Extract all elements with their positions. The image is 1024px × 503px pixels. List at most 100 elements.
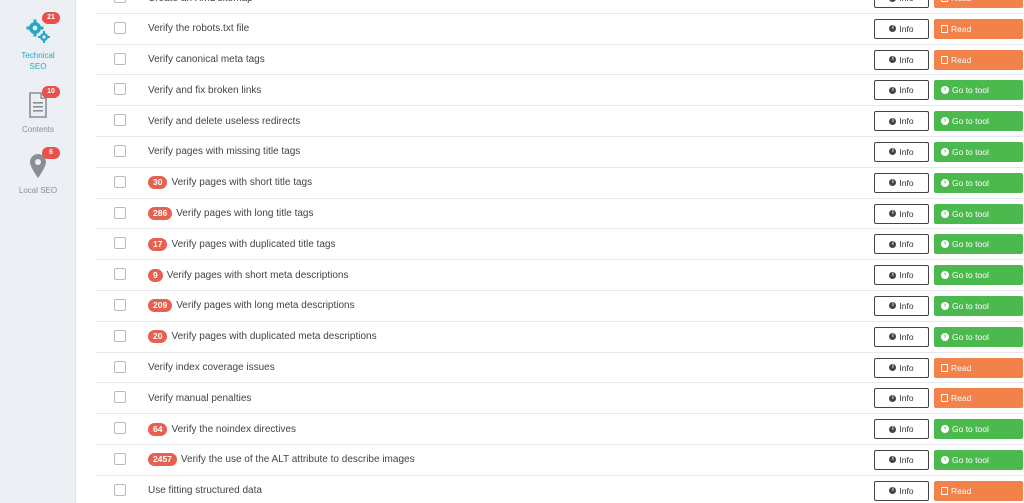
info-button[interactable]: i Info xyxy=(874,419,929,440)
task-label: Verify the use of the ALT attribute to d… xyxy=(180,454,415,466)
go-to-tool-button[interactable]: › Go to tool xyxy=(934,295,1023,316)
info-icon: i xyxy=(889,148,897,156)
info-button[interactable]: i Info xyxy=(874,265,929,286)
read-button[interactable]: Read xyxy=(934,357,1023,378)
info-button[interactable]: i Info xyxy=(874,172,929,193)
issue-count-badge: 64 xyxy=(148,422,168,436)
info-button[interactable]: i Info xyxy=(874,18,929,39)
go-to-tool-button[interactable]: › Go to tool xyxy=(934,265,1023,286)
task-checkbox[interactable] xyxy=(114,391,126,404)
book-icon xyxy=(941,486,948,495)
task-checkbox[interactable] xyxy=(114,0,126,3)
task-checkbox[interactable] xyxy=(114,52,126,65)
task-checkbox[interactable] xyxy=(114,144,126,157)
task-list: Create an XML sitemap i Info Read Verify… xyxy=(95,0,1024,503)
task-label: Verify manual penalties xyxy=(148,392,252,404)
sidebar-item-technical-seo[interactable]: 21 Technical SEO xyxy=(0,12,76,72)
go-to-tool-button[interactable]: › Go to tool xyxy=(934,172,1023,193)
info-button[interactable]: i Info xyxy=(874,357,929,378)
info-button[interactable]: i Info xyxy=(874,388,929,409)
info-button[interactable]: i Info xyxy=(874,480,929,501)
info-button[interactable]: i Info xyxy=(874,203,929,224)
info-button[interactable]: i Info xyxy=(874,0,929,8)
sidebar-item-contents[interactable]: 10 Contents xyxy=(0,86,76,135)
task-checkbox[interactable] xyxy=(114,360,126,373)
table-row: 17 Verify pages with duplicated title ta… xyxy=(95,229,1024,261)
task-checkbox[interactable] xyxy=(114,83,126,96)
go-to-tool-button[interactable]: › Go to tool xyxy=(934,111,1023,132)
info-button-label: Info xyxy=(899,208,914,219)
read-label: Read xyxy=(951,362,972,373)
task-checkbox[interactable] xyxy=(114,268,126,281)
table-row: 9 Verify pages with short meta descripti… xyxy=(95,260,1024,291)
task-checkbox[interactable] xyxy=(114,237,126,250)
go-to-tool-button[interactable]: › Go to tool xyxy=(934,419,1023,440)
info-button[interactable]: i Info xyxy=(874,295,929,316)
go-to-tool-button[interactable]: › Go to tool xyxy=(934,80,1023,101)
info-icon: i xyxy=(889,302,897,310)
task-checkbox[interactable] xyxy=(114,422,126,435)
go-to-tool-button[interactable]: › Go to tool xyxy=(934,141,1023,162)
document-icon: 10 xyxy=(24,86,60,118)
task-text: Verify manual penalties xyxy=(148,383,251,413)
task-checkbox[interactable] xyxy=(114,175,126,188)
info-button[interactable]: i Info xyxy=(874,449,929,470)
info-button[interactable]: i Info xyxy=(874,49,929,70)
read-button[interactable]: Read xyxy=(934,480,1023,501)
task-label: Verify pages with duplicated meta descri… xyxy=(171,331,377,343)
task-label: Use fitting structured data xyxy=(148,485,262,497)
info-button[interactable]: i Info xyxy=(874,326,929,347)
gears-icon: 21 xyxy=(24,12,60,44)
task-checkbox[interactable] xyxy=(114,114,126,127)
info-button[interactable]: i Info xyxy=(874,234,929,255)
table-row: Verify index coverage issues i Info Read xyxy=(95,353,1024,384)
info-icon: i xyxy=(889,456,897,464)
task-checkbox[interactable] xyxy=(114,483,126,496)
task-checkbox[interactable] xyxy=(114,206,126,219)
read-button[interactable]: Read xyxy=(934,388,1023,409)
go-to-tool-button[interactable]: › Go to tool xyxy=(934,326,1023,347)
task-label: Verify the robots.txt file xyxy=(148,23,250,35)
info-button[interactable]: i Info xyxy=(874,111,929,132)
task-label: Verify and delete useless redirects xyxy=(148,115,301,127)
sidebar-item-local-seo[interactable]: 6 Local SEO xyxy=(0,147,76,196)
read-button[interactable]: Read xyxy=(934,49,1023,70)
task-checkbox[interactable] xyxy=(114,452,126,465)
read-label: Read xyxy=(951,54,972,65)
issue-count-badge: 286 xyxy=(148,207,173,221)
table-row: Use fitting structured data i Info Read xyxy=(95,476,1024,503)
issue-count-badge: 209 xyxy=(148,299,173,313)
task-checkbox[interactable] xyxy=(114,21,126,34)
info-button-label: Info xyxy=(899,362,914,373)
go-to-tool-label: Go to tool xyxy=(952,239,989,250)
technical-seo-badge: 21 xyxy=(42,12,60,24)
go-to-tool-button[interactable]: › Go to tool xyxy=(934,203,1023,224)
arrow-circle-icon: › xyxy=(941,271,949,280)
read-label: Read xyxy=(951,485,972,496)
go-to-tool-button[interactable]: › Go to tool xyxy=(934,234,1023,255)
task-checkbox[interactable] xyxy=(114,329,126,342)
sidebar-item-label: Technical SEO xyxy=(21,51,55,71)
info-button-label: Info xyxy=(899,331,914,342)
go-to-tool-button[interactable]: › Go to tool xyxy=(934,449,1023,470)
task-label: Verify pages with duplicated title tags xyxy=(171,238,336,250)
arrow-circle-icon: › xyxy=(941,117,949,126)
read-button[interactable]: Read xyxy=(934,0,1023,8)
info-icon: i xyxy=(889,487,897,495)
info-icon: i xyxy=(889,210,897,218)
read-button[interactable]: Read xyxy=(934,18,1023,39)
table-row: Verify pages with missing title tags i I… xyxy=(95,137,1024,168)
table-row: Verify manual penalties i Info Read xyxy=(95,383,1024,415)
info-button[interactable]: i Info xyxy=(874,141,929,162)
go-to-tool-label: Go to tool xyxy=(952,146,989,157)
info-icon: i xyxy=(889,0,897,2)
task-checkbox[interactable] xyxy=(114,298,126,311)
task-text: 17 Verify pages with duplicated title ta… xyxy=(148,229,335,259)
task-label: Verify pages with long meta descriptions xyxy=(176,300,355,312)
info-icon: i xyxy=(889,333,897,341)
go-to-tool-label: Go to tool xyxy=(952,208,989,219)
info-button[interactable]: i Info xyxy=(874,80,929,101)
go-to-tool-label: Go to tool xyxy=(952,116,989,127)
table-row: Create an XML sitemap i Info Read xyxy=(95,0,1024,14)
issue-count-badge: 20 xyxy=(148,330,168,344)
